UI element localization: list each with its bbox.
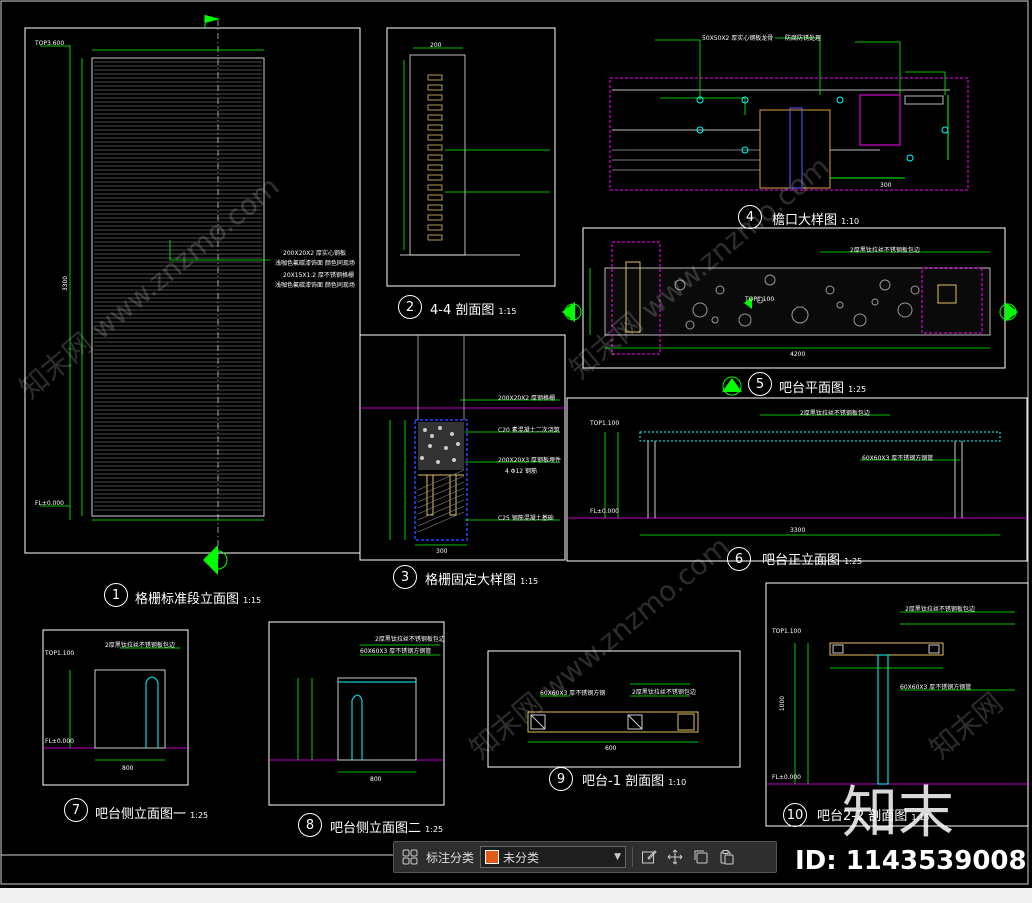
v1-height-dim: 3300: [62, 275, 70, 292]
chevron-down-icon: ▼: [614, 852, 622, 862]
svg-text:知末网 www.znzmo.com: 知末网 www.znzmo.com: [463, 529, 735, 765]
bottom-strip: [0, 888, 1032, 903]
view-title-1: 格栅标准段立面图 1:15: [135, 592, 262, 607]
annotation-toolbar: 标注分类 未分类 ▼: [393, 841, 777, 873]
view-title-9: 吧台-1 剖面图 1:10: [582, 774, 687, 789]
v3-note-2: C20 素混凝土二次浇筑: [498, 427, 560, 434]
v6-top-level: TOP1.100: [590, 420, 620, 427]
v3-note-1: 200X20X2 厚钢格栅: [498, 395, 556, 402]
view-number-3: 3: [393, 565, 417, 589]
v5-level: TOP1.100: [745, 296, 775, 303]
view-title-3: 格栅固定大样图 1:15: [425, 573, 539, 588]
category-color-swatch: [485, 850, 500, 864]
v6-note-1: 2厚黑钛拉丝不锈钢板包边: [800, 410, 870, 417]
v8-dim: 800: [370, 776, 382, 783]
v1-floor-level: FL±0.000: [35, 500, 64, 507]
v10-top-level: TOP1.100: [772, 628, 802, 635]
paste-icon[interactable]: [717, 847, 737, 867]
view-1-grille-elevation: [24, 15, 361, 575]
cad-drawing-canvas[interactable]: 知末网 www.znzmo.com 知末网 www.znzmo.com 知末网 …: [0, 0, 1032, 888]
v8-note-2: 60X60X3 厚不锈钢方钢管: [360, 648, 432, 655]
category-select[interactable]: 未分类 ▼: [480, 846, 627, 868]
view-title-2: 4-4 剖面图 1:15: [430, 303, 517, 318]
category-value: 未分类: [503, 850, 540, 865]
v2-width-dim: 200: [430, 42, 442, 49]
v4-dim: 300: [880, 182, 892, 189]
v10-note-2: 60X60X3 厚不锈钢方钢管: [900, 684, 972, 691]
toolbar-divider: [632, 847, 634, 867]
v7-floor-level: FL±0.000: [45, 738, 74, 745]
view-4-eave-detail: [609, 37, 969, 191]
svg-text:知末网 www.znzmo.com: 知末网 www.znzmo.com: [563, 149, 835, 385]
watermark-id: ID: 1143539008: [795, 846, 1027, 876]
v5-length: 4200: [790, 351, 806, 358]
v1-note-4: 浅咖色氟碳漆饰面 颜色同现场: [275, 282, 355, 289]
v6-dim: 3300: [790, 527, 806, 534]
view-number-7: 7: [64, 798, 88, 822]
v10-dim: 1000: [779, 695, 787, 712]
grid-icon[interactable]: [400, 847, 420, 867]
watermark-logo: 知末: [842, 781, 954, 846]
v4-note-1: 50X50X2 厚实心钢板龙骨: [702, 35, 774, 42]
move-icon[interactable]: [665, 847, 685, 867]
v1-note-3: 20X15X1.2 厚不锈钢格栅: [283, 272, 354, 279]
view-number-9: 9: [549, 767, 573, 791]
view-number-8: 8: [298, 813, 322, 837]
edit-icon[interactable]: [639, 847, 659, 867]
view-title-7: 吧台侧立面图一 1:25: [95, 807, 209, 822]
v3-note-3: 200X20X3 厚钢板埋件: [498, 457, 562, 464]
v9-note-2: 2厚黑钛拉丝不锈钢包边: [632, 689, 696, 696]
svg-text:知末网: 知末网: [923, 686, 1009, 765]
drawing-frame: [0, 0, 1029, 885]
view-number-6: 6: [727, 547, 751, 571]
copy-icon[interactable]: [691, 847, 711, 867]
v5-note: 2厚黑钛拉丝不锈钢板包边: [850, 247, 920, 254]
v1-note-2: 浅咖色氟碳漆饰面 颜色同现场: [275, 260, 355, 267]
view-title-4: 檐口大样图 1:10: [772, 213, 860, 228]
v3-note-4: 4 Φ12 钢筋: [505, 468, 537, 475]
v4-note-2: 防腐防锈处理: [785, 35, 822, 42]
v1-top-level: TOP3.600: [35, 40, 65, 47]
v6-note-2: 60X60X3 厚不锈钢方钢管: [862, 455, 934, 462]
v3-note-5: C25 钢筋混凝土基础: [498, 515, 554, 522]
v9-dim: 600: [605, 745, 617, 752]
view-number-1: 1: [104, 583, 128, 607]
v7-dim: 800: [122, 765, 134, 772]
view-number-10: 10: [783, 803, 807, 827]
view-number-2: 2: [398, 295, 422, 319]
view-title-8: 吧台侧立面图二 1:25: [330, 821, 444, 836]
view-number-5: 5: [748, 372, 772, 396]
toolbar-label: 标注分类: [426, 850, 475, 865]
view-title-5: 吧台平面图 1:25: [779, 381, 867, 396]
v10-note-1: 2厚黑钛拉丝不锈钢板包边: [905, 606, 975, 613]
v3-width-dim: 300: [436, 548, 448, 555]
v8-note-1: 2厚黑钛拉丝不锈钢板包边: [375, 636, 445, 643]
view-3-fixing-detail: [359, 334, 566, 561]
view-6-bar-front: [566, 397, 1028, 562]
v7-top-level: TOP1.100: [45, 650, 75, 657]
view-2-section: [386, 27, 556, 287]
v7-note: 2厚黑钛拉丝不锈钢板包边: [105, 642, 175, 649]
v10-floor-level: FL±0.000: [772, 774, 801, 781]
v9-note-1: 60X60X3 厚不锈钢方钢: [540, 690, 606, 697]
v1-note-1: 200X20X2 厚实心钢板: [283, 250, 347, 257]
view-title-6: 吧台正立面图 1:25: [762, 553, 863, 568]
view-number-4: 4: [738, 205, 762, 229]
v6-floor-level: FL±0.000: [590, 508, 619, 515]
